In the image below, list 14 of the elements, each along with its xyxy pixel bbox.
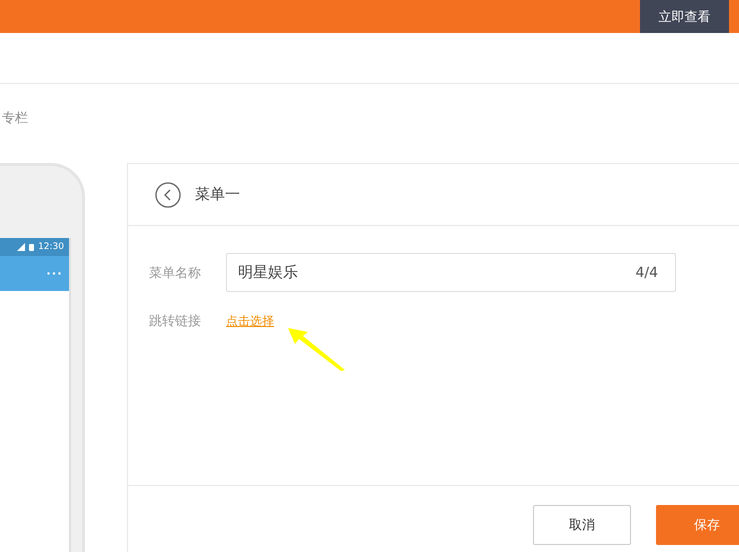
menu-name-field[interactable]: 明星娱乐 4/4 (226, 253, 676, 292)
pointer-arrow (286, 326, 346, 372)
signal-icon (17, 243, 26, 251)
field-label: 菜单名称 (149, 264, 202, 282)
more-icon[interactable] (47, 272, 61, 275)
character-counter: 4/4 (635, 264, 658, 280)
breadcrumb: 专栏 (2, 110, 28, 126)
field-label: 跳转链接 (149, 313, 202, 330)
status-time: 12:30 (38, 242, 64, 252)
battery-icon (29, 243, 34, 251)
cancel-button[interactable]: 取消 (533, 505, 631, 545)
view-now-button[interactable]: 立即查看 (640, 0, 729, 33)
back-icon[interactable] (155, 182, 181, 208)
panel-title: 菜单一 (195, 185, 240, 204)
